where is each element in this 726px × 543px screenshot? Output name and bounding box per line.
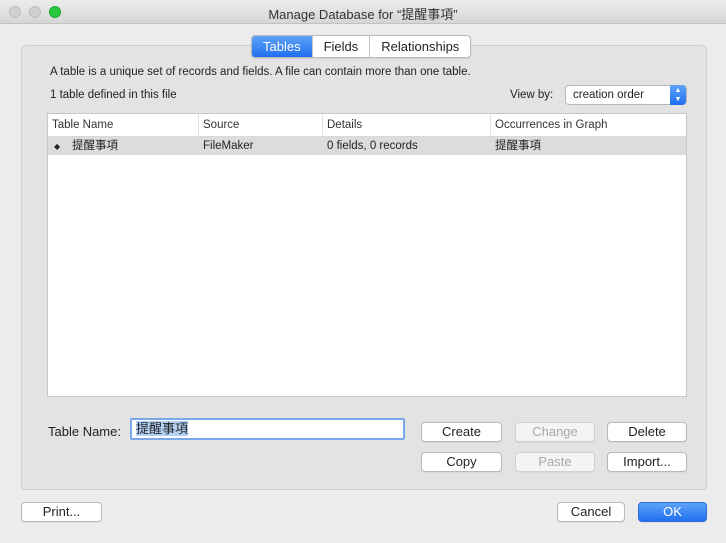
- tables-list: Table Name Source Details Occurrences in…: [47, 113, 687, 397]
- table-header: Table Name Source Details Occurrences in…: [48, 114, 686, 137]
- title-bar: Manage Database for “提醒事項”: [0, 0, 726, 24]
- column-header-occurrences[interactable]: Occurrences in Graph: [491, 114, 686, 136]
- table-name-value: 提醒事項: [136, 421, 189, 436]
- cancel-button[interactable]: Cancel: [557, 502, 625, 522]
- tab-tables[interactable]: Tables: [252, 36, 312, 57]
- tab-relationships[interactable]: Relationships: [369, 36, 470, 57]
- select-updown-icon: ▲ ▼: [670, 85, 686, 105]
- table-count: 1 table defined in this file: [50, 89, 177, 101]
- table-row[interactable]: ◆ 提醒事項 FileMaker 0 fields, 0 records 提醒事項: [48, 137, 686, 155]
- import-button[interactable]: Import...: [607, 452, 687, 472]
- column-header-source[interactable]: Source: [199, 114, 323, 136]
- print-button[interactable]: Print...: [21, 502, 102, 522]
- window-title: Manage Database for “提醒事項”: [268, 7, 458, 22]
- delete-button[interactable]: Delete: [607, 422, 687, 442]
- cell-table-name: ◆ 提醒事項: [48, 137, 199, 155]
- table-name-input[interactable]: 提醒事項: [130, 418, 405, 440]
- paste-button[interactable]: Paste: [515, 452, 595, 472]
- view-by-select[interactable]: creation order ▲ ▼: [565, 85, 687, 105]
- panel-description: A table is a unique set of records and f…: [50, 66, 471, 78]
- cell-source: FileMaker: [203, 140, 254, 152]
- updown-arrows-icon[interactable]: ◆: [54, 138, 64, 155]
- view-by-label: View by:: [510, 89, 554, 101]
- change-button[interactable]: Change: [515, 422, 595, 442]
- table-name-label: Table Name:: [48, 424, 121, 439]
- cell-occurrences: 提醒事項: [495, 140, 541, 152]
- view-by-value: creation order: [573, 89, 644, 101]
- row-table-name: 提醒事項: [72, 140, 118, 152]
- create-button[interactable]: Create: [421, 422, 502, 442]
- tab-bar: Tables Fields Relationships: [251, 35, 472, 58]
- tab-fields[interactable]: Fields: [311, 36, 370, 57]
- ok-button[interactable]: OK: [638, 502, 707, 522]
- column-header-table-name[interactable]: Table Name: [48, 114, 199, 136]
- copy-button[interactable]: Copy: [421, 452, 502, 472]
- column-header-details[interactable]: Details: [323, 114, 491, 136]
- cell-details: 0 fields, 0 records: [327, 140, 418, 152]
